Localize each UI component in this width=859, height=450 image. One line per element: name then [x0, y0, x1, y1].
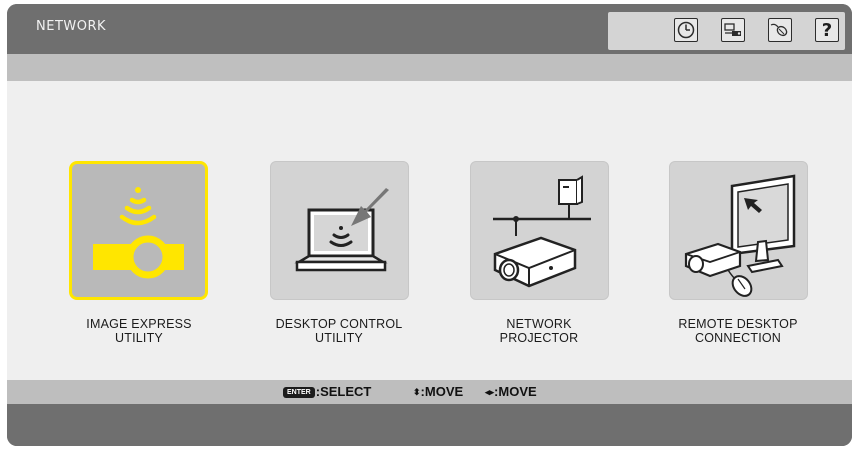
laptop-wireless-icon: [294, 188, 389, 272]
network-menu-window: NETWORK ? IMAGE EXPRESS UTILITY DESKTOP …: [7, 4, 852, 446]
label-line1: REMOTE DESKTOP: [678, 317, 798, 331]
label-line1: DESKTOP CONTROL: [275, 317, 403, 331]
menu-content: IMAGE EXPRESS UTILITY DESKTOP CONTROL UT…: [7, 81, 852, 380]
leftright-move-hint: ◂▸:MOVE: [485, 384, 537, 399]
label-line2: UTILITY: [115, 331, 163, 345]
label-desktop-control-utility: DESKTOP CONTROL UTILITY: [249, 317, 429, 345]
label-line1: NETWORK: [506, 317, 572, 331]
label-image-express-utility: IMAGE EXPRESS UTILITY: [49, 317, 229, 345]
wireless-projector-icon: [93, 187, 184, 279]
input-source-icon[interactable]: [721, 18, 745, 42]
header-band: [7, 54, 852, 81]
remote-desktop-icon: [684, 174, 796, 297]
page-title: NETWORK: [36, 19, 107, 34]
enter-key-icon: ENTER: [283, 387, 315, 398]
toolbar-icon-group: ?: [608, 12, 845, 50]
status-bar: ENTER:SELECT ⬍:MOVE ◂▸:MOVE: [7, 380, 852, 404]
leftright-arrow-icon: ◂▸: [485, 387, 495, 397]
menu-item-network-projector[interactable]: [470, 161, 609, 300]
select-hint: ENTER:SELECT: [283, 384, 371, 399]
select-hint-text: :SELECT: [315, 384, 372, 399]
label-line1: IMAGE EXPRESS: [86, 317, 192, 331]
title-bar: NETWORK ?: [7, 4, 852, 54]
menu-item-desktop-control-utility[interactable]: [270, 161, 409, 300]
help-glyph: ?: [821, 20, 833, 41]
label-network-projector: NETWORK PROJECTOR: [449, 317, 629, 345]
label-line2: PROJECTOR: [499, 331, 579, 345]
label-remote-desktop-connection: REMOTE DESKTOP CONNECTION: [648, 317, 828, 345]
label-line2: UTILITY: [315, 331, 363, 345]
clock-icon[interactable]: [674, 18, 698, 42]
help-icon[interactable]: ?: [815, 18, 839, 42]
menu-item-image-express-utility[interactable]: [69, 161, 208, 300]
label-line2: CONNECTION: [694, 331, 782, 345]
menu-item-remote-desktop-connection[interactable]: [669, 161, 808, 300]
leftright-move-text: :MOVE: [494, 384, 537, 399]
network-projector-icon: [493, 175, 591, 288]
mouse-icon[interactable]: [768, 18, 792, 42]
bottom-frame: [7, 404, 852, 446]
updown-move-text: :MOVE: [420, 384, 464, 399]
updown-move-hint: ⬍:MOVE: [413, 384, 463, 399]
updown-arrow-icon: ⬍: [413, 387, 421, 397]
